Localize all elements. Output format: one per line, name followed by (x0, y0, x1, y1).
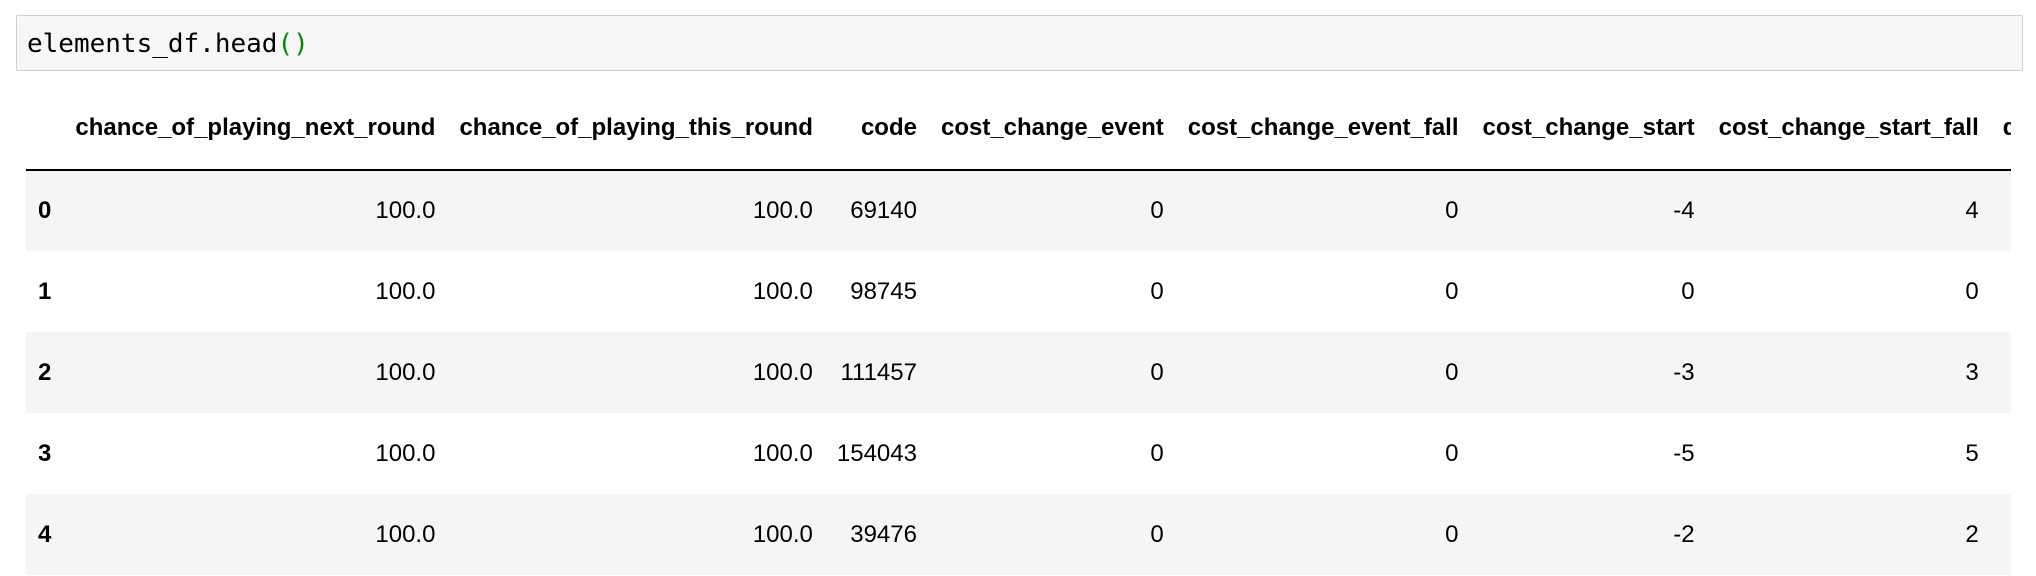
table-cell: 100.0 (752, 277, 813, 305)
table-row: 3 100.0 100.0 154043 0 0 -5 5 (26, 413, 2011, 494)
row-index: 4 (38, 520, 52, 548)
table-cell: 2 (1965, 520, 1979, 548)
table-cell: 0 (1445, 439, 1459, 467)
table-cell: 0 (1445, 277, 1459, 305)
table-cell-clipped (2003, 494, 2011, 575)
row-index: 2 (38, 358, 52, 386)
table-cell: 0 (1150, 197, 1164, 224)
header-row: chance_of_playing_next_round chance_of_p… (26, 80, 2011, 171)
column-header-index (26, 80, 76, 171)
table-cell: 0 (1681, 277, 1695, 305)
dataframe-table: chance_of_playing_next_round chance_of_p… (26, 80, 2011, 575)
row-index: 0 (38, 197, 52, 224)
table-cell-clipped (2003, 170, 2011, 251)
table-cell: 5 (1965, 439, 1979, 467)
table-cell: 111457 (840, 358, 917, 386)
code-call: elements_df.head (27, 29, 278, 59)
code-text[interactable]: elements_df.head() (27, 29, 309, 59)
column-header-clipped: dr (2002, 80, 2011, 171)
column-header: cost_change_start (1482, 80, 1719, 171)
table-cell: 98745 (850, 277, 917, 305)
code-parens: () (277, 29, 309, 59)
table-cell: 100.0 (375, 358, 436, 386)
table-cell: 100.0 (752, 520, 813, 548)
table-cell: -2 (1673, 520, 1695, 548)
table-cell: -3 (1673, 358, 1695, 386)
table-cell: 100.0 (752, 358, 813, 386)
code-input-cell[interactable]: elements_df.head() (16, 15, 2023, 71)
row-index: 1 (38, 277, 52, 305)
table-cell-clipped (2003, 413, 2011, 494)
table-cell: -4 (1673, 197, 1695, 224)
table-cell: 100.0 (375, 277, 436, 305)
table-cell: 100.0 (375, 439, 436, 467)
table-cell: 0 (1150, 520, 1164, 548)
table-cell-clipped (2003, 251, 2011, 332)
table-cell: 0 (1150, 277, 1164, 305)
table-row: 2 100.0 100.0 111457 0 0 -3 3 (26, 332, 2011, 413)
column-header: code (836, 80, 941, 171)
table-cell: 100.0 (752, 197, 813, 224)
column-header: cost_change_event_fall (1187, 80, 1483, 171)
column-header: chance_of_playing_this_round (459, 80, 837, 171)
column-header: cost_change_event (940, 80, 1188, 171)
table-cell: 4 (1965, 197, 1979, 224)
output-area: chance_of_playing_next_round chance_of_p… (26, 80, 2011, 576)
table-cell: 154043 (836, 439, 917, 467)
table-cell: 0 (1150, 358, 1164, 386)
table-cell: 69140 (850, 197, 917, 224)
table-cell: 39476 (850, 520, 917, 548)
table-row: 0 100.0 100.0 69140 0 0 -4 4 (26, 170, 2011, 251)
row-index: 3 (38, 439, 52, 467)
table-cell: 100.0 (375, 197, 436, 224)
column-header: chance_of_playing_next_round (75, 80, 460, 171)
table-cell: 0 (1150, 439, 1164, 467)
table-cell: 3 (1965, 358, 1979, 386)
table-cell-clipped (2003, 332, 2011, 413)
table-cell: 0 (1965, 277, 1979, 305)
table-cell: 100.0 (752, 439, 813, 467)
table-cell: 100.0 (375, 520, 436, 548)
table-row: 4 100.0 100.0 39476 0 0 -2 2 (26, 494, 2011, 575)
column-header: cost_change_start_fall (1718, 80, 2003, 171)
table-cell: 0 (1445, 358, 1459, 386)
table-cell: 0 (1445, 520, 1459, 548)
table-cell: -5 (1673, 439, 1695, 467)
table-row: 1 100.0 100.0 98745 0 0 0 0 (26, 251, 2011, 332)
table-cell: 0 (1445, 197, 1459, 224)
